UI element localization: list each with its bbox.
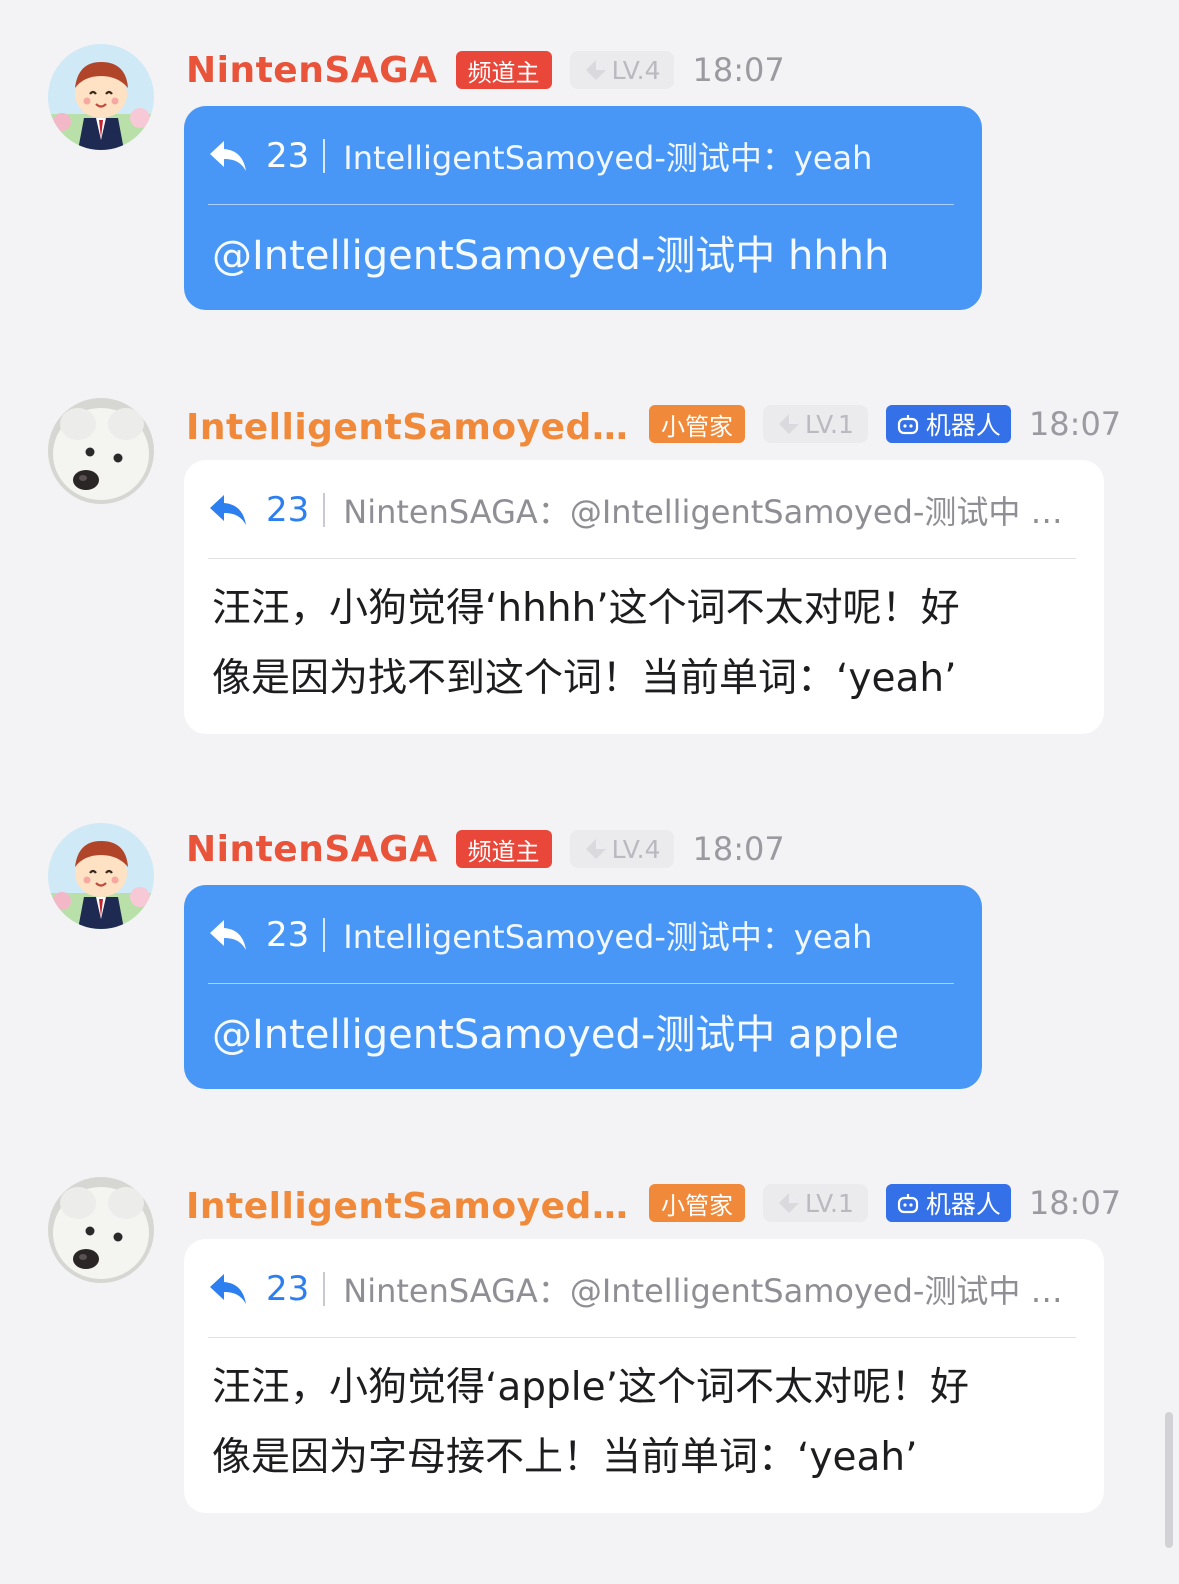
message-text: 汪汪，小狗觉得‘hhhh’这个词不太对呢！好 像是因为找不到这个词！当前单词：‘… [212,574,1076,714]
timestamp: 18:07 [1028,405,1122,443]
author-name[interactable]: IntelligentSamoyed-测试中 [186,398,631,450]
timestamp: 18:07 [1028,1184,1122,1222]
author-name[interactable]: NintenSAGA [186,50,438,91]
bubble-divider [208,1337,1076,1338]
bubble-divider [208,558,1076,559]
quote-separator [323,918,326,952]
bot-badge: 机器人 [885,1184,1011,1222]
channel-owner-badge: 频道主 [455,51,552,89]
message-text: @IntelligentSamoyed-测试中 apple [212,1012,899,1058]
bubble-divider [208,204,954,205]
villager-avatar-image [48,823,154,929]
bubble-divider [208,983,954,984]
robot-icon [897,1194,919,1214]
quote-separator [323,493,326,527]
message-header: IntelligentSamoyed-测试中 小管家 LV.1 机器人 18:0… [186,1181,1122,1227]
diamond-icon [585,839,606,859]
samoyed-avatar-image [48,398,154,504]
message-text: 汪汪，小狗觉得‘apple’这个词不太对呢！好 像是因为字母接不上！当前单词：‘… [212,1353,1076,1493]
reply-icon [210,1274,246,1304]
quote-separator [323,139,326,173]
steward-badge: 小管家 [649,405,745,443]
level-text: LV.4 [611,834,661,864]
level-badge: LV.1 [763,1184,868,1222]
timestamp: 18:07 [692,51,785,89]
message-header: IntelligentSamoyed-测试中 小管家 LV.1 机器人 18:0… [186,402,1122,448]
diamond-icon [585,60,606,80]
author-name[interactable]: NintenSAGA [186,829,438,870]
samoyed-avatar[interactable] [48,398,154,504]
scrollbar[interactable] [1165,1412,1173,1548]
quote-text: NintenSAGA：@IntelligentSamoyed-测试中 apple [343,1272,1080,1310]
villager-avatar[interactable] [48,823,154,929]
robot-icon [897,415,919,435]
quote-separator [323,1272,326,1306]
message-bubble[interactable]: 23 IntelligentSamoyed-测试中：yeah @Intellig… [184,885,982,1089]
reply-icon [210,920,246,950]
bot-badge-label: 机器人 [925,411,1001,440]
level-badge: LV.1 [763,405,868,443]
bot-badge-label: 机器人 [925,1190,1001,1219]
bot-badge: 机器人 [885,405,1011,443]
message-header: NintenSAGA 频道主 LV.4 18:07 [186,827,785,871]
quote-text: IntelligentSamoyed-测试中：yeah [343,918,873,956]
quote-number: 23 [266,1269,310,1309]
message-text-line: 汪汪，小狗觉得‘apple’这个词不太对呢！好 [212,1365,970,1410]
author-name[interactable]: IntelligentSamoyed-测试中 [186,1177,631,1229]
level-badge: LV.4 [569,51,675,89]
channel-owner-badge: 频道主 [455,830,552,868]
quote-text: IntelligentSamoyed-测试中：yeah [343,139,873,177]
message-bubble[interactable]: 23 NintenSAGA：@IntelligentSamoyed-测试中 hh… [184,460,1104,734]
samoyed-avatar-image [48,1177,154,1283]
quote-number: 23 [266,490,310,530]
quote-number: 23 [266,136,310,176]
reply-quote[interactable]: 23 NintenSAGA：@IntelligentSamoyed-测试中 ap… [208,1261,1080,1317]
samoyed-avatar[interactable] [48,1177,154,1283]
villager-avatar-image [48,44,154,150]
steward-badge: 小管家 [649,1184,745,1222]
level-text: LV.1 [805,409,854,439]
diamond-icon [779,1193,799,1213]
level-text: LV.1 [805,1188,854,1218]
message-text-line: 像是因为找不到这个词！当前单词：‘yeah’ [212,656,957,701]
level-badge: LV.4 [569,830,675,868]
message-text-line: 汪汪，小狗觉得‘hhhh’这个词不太对呢！好 [212,586,960,631]
reply-icon [210,141,246,171]
message-text-line: 像是因为字母接不上！当前单词：‘yeah’ [212,1435,918,1480]
quote-number: 23 [266,915,310,955]
reply-quote[interactable]: 23 IntelligentSamoyed-测试中：yeah [208,907,958,963]
villager-avatar[interactable] [48,44,154,150]
reply-quote[interactable]: 23 NintenSAGA：@IntelligentSamoyed-测试中 hh… [208,482,1080,538]
reply-quote[interactable]: 23 IntelligentSamoyed-测试中：yeah [208,128,958,184]
level-text: LV.4 [611,55,661,85]
message-header: NintenSAGA 频道主 LV.4 18:07 [186,48,785,92]
diamond-icon [779,414,799,434]
timestamp: 18:07 [692,830,785,868]
quote-text: NintenSAGA：@IntelligentSamoyed-测试中 hhhh [343,493,1080,531]
message-text: @IntelligentSamoyed-测试中 hhhh [212,233,890,279]
message-bubble[interactable]: 23 IntelligentSamoyed-测试中：yeah @Intellig… [184,106,982,310]
reply-icon [210,495,246,525]
message-bubble[interactable]: 23 NintenSAGA：@IntelligentSamoyed-测试中 ap… [184,1239,1104,1513]
